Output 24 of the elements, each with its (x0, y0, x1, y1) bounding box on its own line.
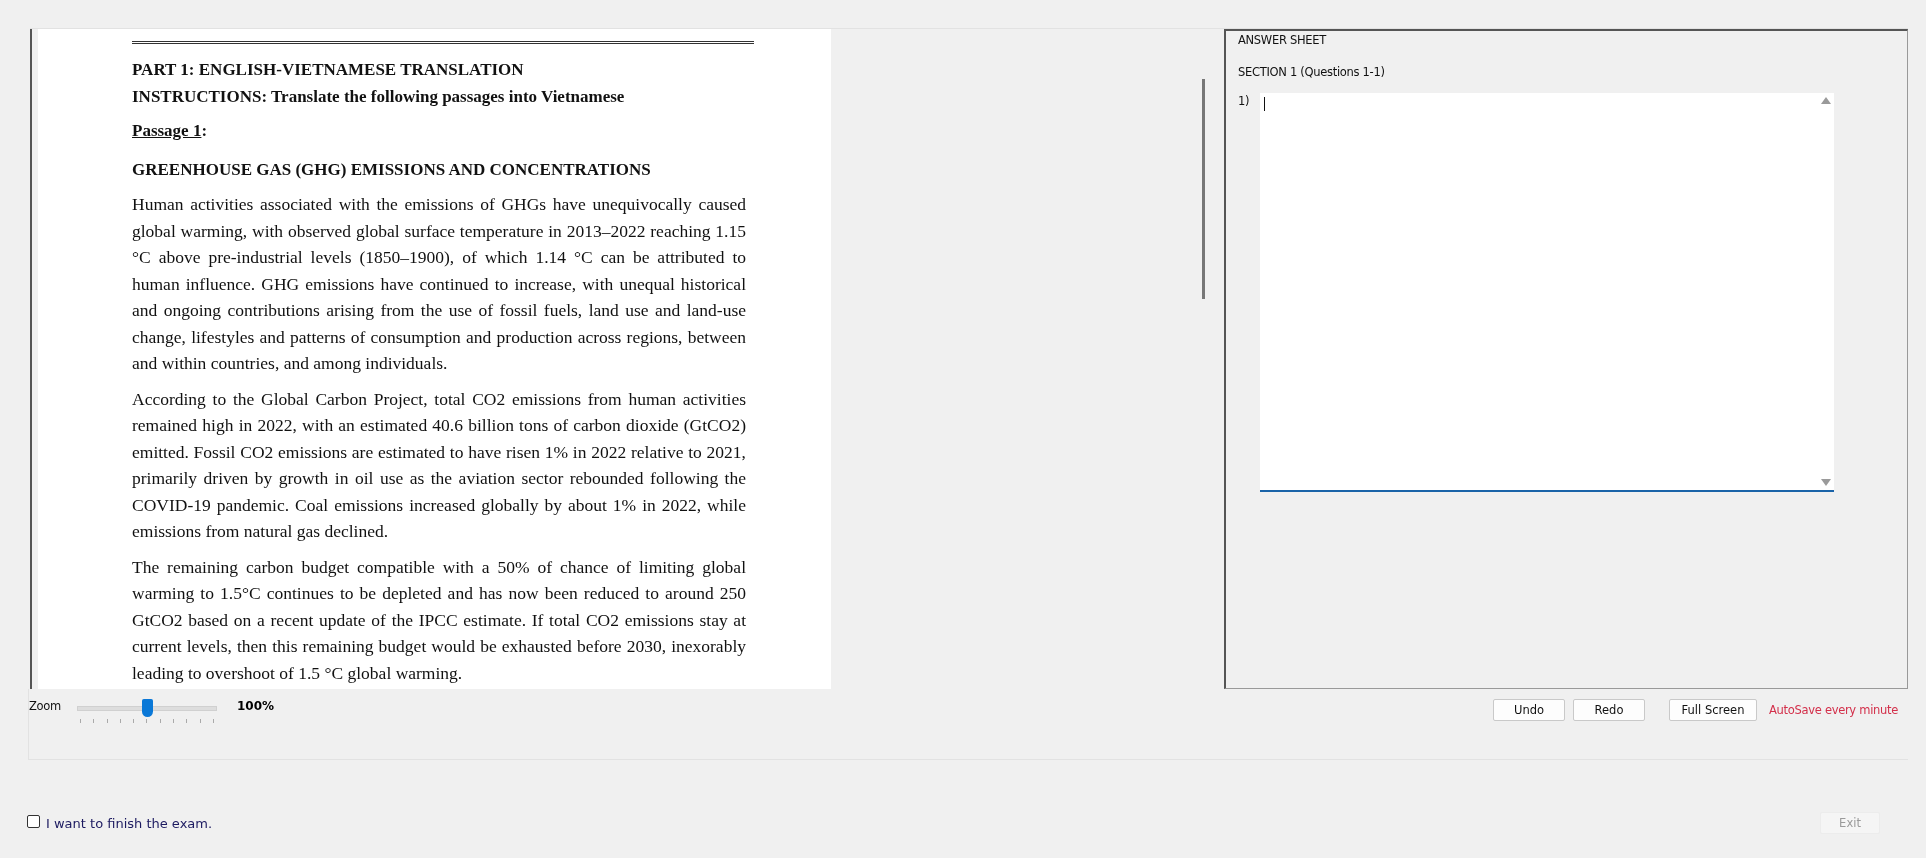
finish-checkbox[interactable] (27, 814, 40, 828)
answer-sheet-title: ANSWER SHEET (1238, 33, 1328, 47)
slider-thumb[interactable] (141, 699, 153, 717)
toolbar-button[interactable]: Undo (1493, 699, 1565, 721)
part-title: PART 1: ENGLISH-VIETNAMESE TRANSLATION (132, 59, 525, 81)
autosave-note: AutoSave every minute (1769, 703, 1898, 717)
instructions-text: INSTRUCTIONS: Translate the following passages into Vietnamese (132, 86, 626, 108)
passage-paragraph: Human activities associated with the emissions of GHGs have unequivocally caused global warming, with observed global surface temperature in 2013–2022 reaching 1.15 °C above pre-industrial levels (1850–1900), of which 1.14 °C can be attributed to human influence. GHG emissions have continued to increase, with unequal historical and ongoing contributions arising from the use of fossil fuels, land use and land-use change, lifestyles and patterns of consumption and production across regions, between and within countries, and among individuals. (132, 193, 746, 375)
zoom-label: Zoom (29, 699, 61, 713)
scroll-up-icon[interactable] (1821, 97, 1831, 104)
zoom-slider[interactable] (76, 699, 217, 725)
toolbar-button[interactable]: Full Screen (1669, 699, 1757, 721)
scrollbar[interactable] (1202, 79, 1205, 299)
zoom-value: 100% (236, 699, 275, 713)
toolbar-button[interactable]: Redo (1573, 699, 1645, 721)
scroll-down-icon[interactable] (1821, 479, 1831, 486)
passage-paragraph: According to the Global Carbon Project, total CO2 emissions from human activities remained high in 2022, with an estimated 40.6 billion tons of carbon dioxide (GtCO2) emitted. Fossil CO2 emissions are estimated to have risen 1% in 2022 relative to 2021, primarily driven by growth in oil use as the aviation sector rebounded following the COVID-19 pandemic. Coal emissions increased globally by about 1% in 2022, while emissions from natural gas declined. (132, 387, 746, 543)
finish-label: I want to finish the exam. (46, 815, 213, 831)
passage-heading: GREENHOUSE GAS (GHG) EMISSIONS AND CONCENTRATIONS (132, 159, 652, 181)
section-title: SECTION 1 (Questions 1-1) (1238, 65, 1386, 79)
question-number: 1) (1238, 93, 1251, 110)
passage-label: Passage 1: (132, 120, 209, 142)
text-cursor (1264, 97, 1265, 111)
passage-paragraph: The remaining carbon budget compatible with a 50% of chance of limiting global warming to 1.5°C continues to be depleted and has now been reduced to around 250 GtCO2 based on a recent update of the IPCC estimate. If total CO2 emissions stay at current levels, then this remaining budget would be exhausted before 2030, inexorably leading to overshoot of 1.5 °C global warming. (132, 555, 746, 685)
